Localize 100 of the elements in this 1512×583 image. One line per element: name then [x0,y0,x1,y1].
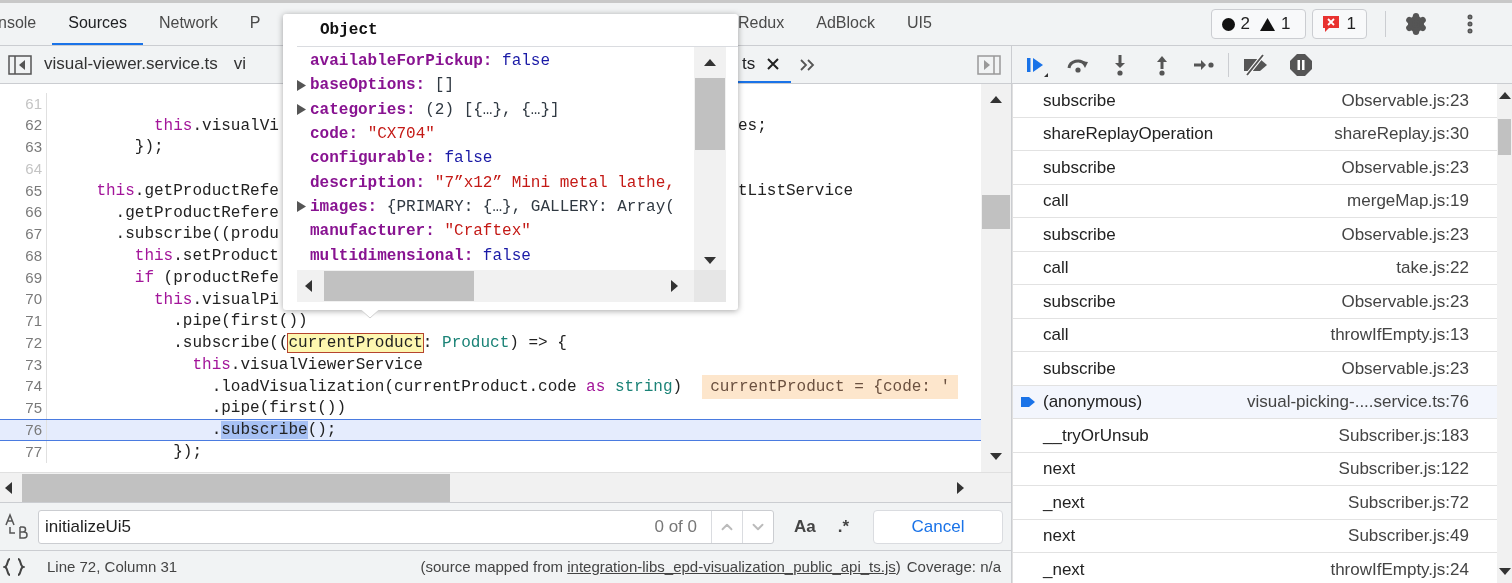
source-map-link[interactable]: integration-libs_epd-visualization_public_api_ts.js [567,557,896,575]
function-name: subscribe [1043,357,1116,380]
more-tabs-icon[interactable] [799,57,816,72]
call-frame-row[interactable]: (anonymous) visual-picking-....service.ts:76 [1013,385,1497,419]
dot-icon [1221,17,1235,31]
code-line: this.visualVi [153,116,279,135]
vertical-scrollbar[interactable] [694,47,726,270]
file-tab[interactable]: visual-viewer.service.ts [40,46,230,83]
line-number: 63 [24,137,43,158]
panel-tab[interactable]: Network [142,3,234,45]
line-number: 65 [24,180,43,201]
code-line: .loadVisualization(currentProduct.code as string) [210,376,683,398]
frame-location: Observable.js:23 [1341,223,1469,246]
panel-tab[interactable]: Redux [722,3,801,45]
search-field[interactable]: initializeUi5 [39,513,655,540]
code-line: this.visualViewerService [191,354,423,376]
scroll-right-icon[interactable] [955,480,966,495]
code-line: tListService [738,180,854,202]
line-number: 62 [24,115,43,136]
line-number: 70 [24,289,43,310]
cancel-button[interactable]: Cancel [873,509,1003,544]
frame-location: take.js:22 [1396,257,1469,279]
vertical-scrollbar[interactable] [981,84,1011,472]
function-name: subscribe [1043,223,1116,246]
errors-counter[interactable]: 1 [1311,9,1367,39]
scroll-left-icon[interactable] [303,279,314,293]
line-number: 64 [24,158,43,179]
function-name: next [1043,525,1076,547]
property-row-text: categories: (2) [{…}, {…}] [310,99,560,121]
search-box[interactable]: initializeUi5 0 of 0 [38,509,774,544]
scrollbar-thumb[interactable] [22,473,450,502]
frame-location: Subscriber.js:183 [1338,424,1469,447]
line-number: 66 [24,202,43,223]
vertical-scrollbar[interactable] [1497,84,1512,583]
current-frame-arrow-icon [1021,394,1035,409]
code-line: es; [738,115,767,137]
settings-icon[interactable] [1404,12,1428,36]
line-number: 76 [24,419,43,440]
function-name: call [1043,257,1069,279]
function-name: call [1043,190,1069,212]
inline-value: currentProduct = {code: ' [702,374,959,399]
scrollbar-thumb[interactable] [1498,119,1511,155]
sidebar-toggle-icon[interactable] [977,54,1001,75]
frame-location: Observable.js:23 [1341,357,1469,380]
scrollbar-thumb[interactable] [982,195,1010,229]
close-icon[interactable] [767,57,780,70]
scroll-down-icon[interactable] [989,451,1003,462]
match-case-toggle[interactable]: Aa [792,513,818,540]
property-row-text: multidimensional: false [310,245,531,267]
frame-location: mergeMap.js:19 [1347,190,1469,212]
frame-location: shareReplay.js:30 [1334,123,1469,145]
sidebar-toggle-icon[interactable] [8,54,32,75]
function-name: shareReplayOperation [1043,123,1214,145]
function-name: __tryOrUnsub [1043,424,1149,447]
source-map-note: (source mapped from integration-libs_epd-visualization_public_api_ts.js) [420,556,901,577]
file-tab[interactable]: vi [229,46,259,83]
property-row-text: images: {PRIMARY: {…}, GALLERY: Array( [310,196,675,218]
pretty-print-icon[interactable] [3,558,25,576]
line-number: 75 [24,398,43,419]
line-number: 71 [24,311,43,332]
scroll-up-icon[interactable] [703,57,717,68]
code-line: this.visualPi [153,289,279,311]
frame-location: throwIfEmpty.js:24 [1330,558,1469,581]
regex-toggle[interactable]: .* [835,513,852,540]
scroll-down-icon[interactable] [1497,566,1512,577]
scrollbar-thumb[interactable] [695,78,725,150]
scroll-up-icon[interactable] [989,94,1003,105]
scroll-right-icon[interactable] [669,279,680,293]
code-line: .subscribe((currentProduct: Product) => { [172,333,567,355]
panel-tab[interactable]: P [233,3,265,45]
triangle-icon [1260,17,1276,31]
pause-on-exceptions-icon[interactable] [1289,52,1313,77]
frame-location: throwIfEmpty.js:13 [1330,324,1469,346]
function-name: (anonymous) [1043,391,1143,413]
code-line: }); [133,137,164,159]
horizontal-scrollbar[interactable] [0,472,1011,502]
panel-tab[interactable]: AdBlock [800,3,891,45]
expand-triangle-icon[interactable] [297,201,306,213]
expand-triangle-icon[interactable] [297,79,306,91]
cursor-position: Line 72, Column 31 [47,556,178,577]
scroll-left-icon[interactable] [3,480,14,495]
issues-counter[interactable]: 2 1 [1210,9,1306,39]
line-number: 69 [24,267,43,288]
match-count: 0 of 0 [654,515,697,538]
error-icon [1322,16,1339,32]
coverage-status: Coverage: n/a [906,556,1001,577]
scroll-down-icon[interactable] [703,255,717,266]
scroll-up-icon[interactable] [1497,90,1512,101]
function-name: call [1043,324,1069,346]
property-row-text: configurable: false [310,148,493,170]
expand-triangle-icon[interactable] [297,104,306,116]
code-line: if (productRefe [133,267,279,289]
scrollbar-thumb[interactable] [324,271,474,301]
frame-location: Subscriber.js:122 [1338,458,1469,480]
property-row-text: availableForPickup: false [310,51,551,73]
issue-count: 1 [1281,13,1291,36]
horizontal-scrollbar[interactable] [297,270,694,302]
line-number: 68 [24,245,43,266]
panel-tab[interactable]: UI5 [890,3,948,45]
function-name: next [1043,458,1076,480]
